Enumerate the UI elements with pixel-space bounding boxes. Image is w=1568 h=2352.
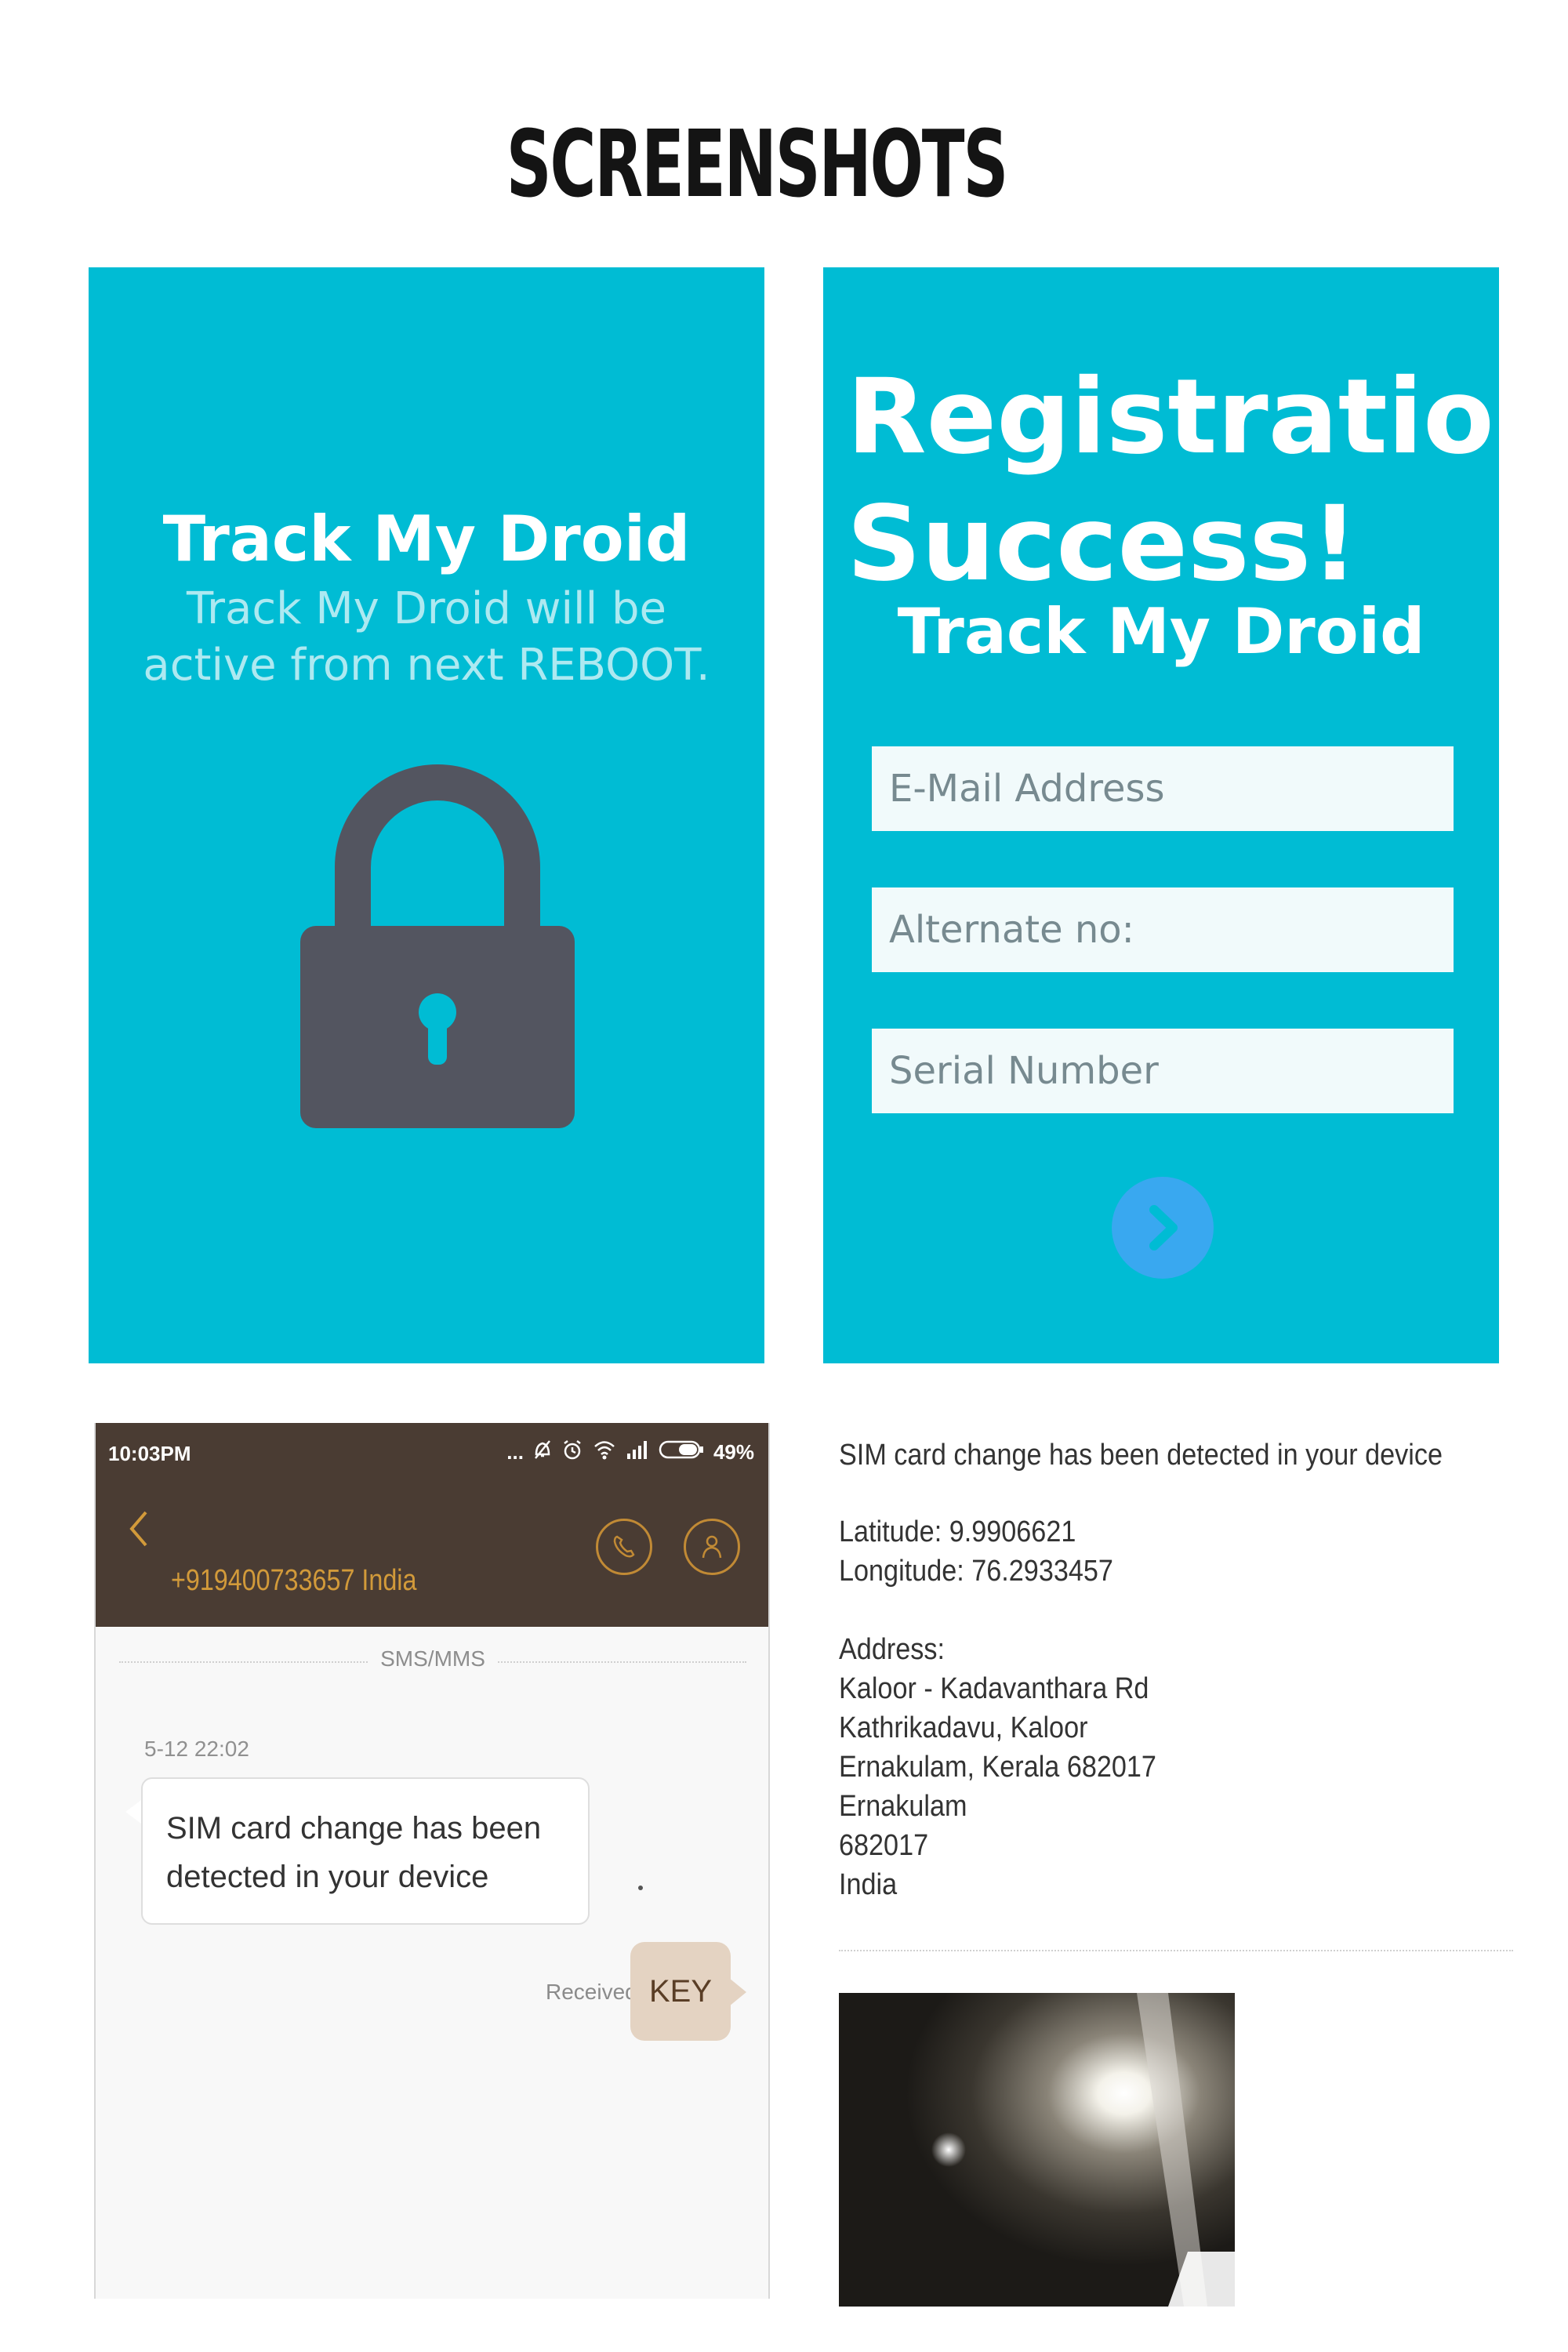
- serial-number-field[interactable]: [872, 1029, 1454, 1113]
- back-icon[interactable]: [127, 1509, 151, 1559]
- address-line: 682017: [839, 1829, 929, 1862]
- channel-label: SMS/MMS: [119, 1646, 746, 1671]
- person-icon: [702, 1535, 722, 1559]
- address-line: India: [839, 1868, 898, 1901]
- contact-profile-button[interactable]: [684, 1519, 740, 1575]
- active-message: Track My Droid will be active from next …: [143, 583, 710, 691]
- more-dots: ...: [506, 1440, 524, 1464]
- outgoing-message-bubble[interactable]: KEY: [630, 1942, 731, 2041]
- headline-line-1: Registration: [847, 357, 1499, 477]
- alarm-icon: [561, 1439, 583, 1466]
- page-title: SCREENSHOTS: [506, 110, 1009, 218]
- dot-mark: [638, 1886, 643, 1890]
- active-screen-panel: Track My Droid Track My Droid will be ac…: [89, 267, 764, 1363]
- email-field[interactable]: [872, 746, 1454, 831]
- sms-header: 10:03PM ... 49% +919400733657 India: [96, 1423, 768, 1627]
- email-notification-panel: SIM card change has been detected in you…: [839, 1423, 1521, 2309]
- headline-line-2: Success!: [847, 484, 1359, 604]
- next-button[interactable]: [1112, 1177, 1214, 1279]
- app-title: Track My Droid: [162, 503, 691, 575]
- sms-screen-panel: 10:03PM ... 49% +919400733657 India SMS/…: [94, 1423, 770, 2299]
- battery-level: 49%: [713, 1440, 754, 1464]
- incoming-message-line-2: detected in your device: [166, 1860, 489, 1894]
- incoming-message-bubble[interactable]: SIM card change has been detected in you…: [141, 1777, 590, 1925]
- incoming-message-line-1: SIM card change has been: [166, 1811, 542, 1846]
- contact-number: +919400733657 India: [171, 1564, 417, 1597]
- signal-icon: [626, 1439, 649, 1465]
- registration-panel: Registration Success! Track My Droid: [823, 267, 1499, 1363]
- address-line: Ernakulam, Kerala 682017: [839, 1751, 1156, 1784]
- registration-headline: Registration Success!: [847, 354, 1499, 608]
- mute-icon: [533, 1439, 552, 1466]
- outgoing-bubble-tail: [729, 1978, 746, 2006]
- chevron-right-icon: [1149, 1205, 1178, 1250]
- received-label: Received: [546, 1980, 637, 2004]
- captured-photo[interactable]: [839, 1993, 1235, 2307]
- address-line: Kaloor - Kadavanthara Rd: [839, 1672, 1149, 1705]
- address-line: Kathrikadavu, Kaloor: [839, 1711, 1088, 1744]
- wifi-icon: [593, 1439, 616, 1465]
- latitude-text: Latitude: 9.9906621: [839, 1515, 1076, 1548]
- registration-app-name: Track My Droid: [897, 595, 1425, 668]
- alternate-number-field[interactable]: [872, 887, 1454, 972]
- email-divider: [839, 1950, 1513, 1951]
- email-heading: SIM card change has been detected in you…: [839, 1439, 1443, 1472]
- longitude-text: Longitude: 76.2933457: [839, 1555, 1113, 1588]
- channel-text: SMS/MMS: [369, 1646, 496, 1671]
- call-button[interactable]: [596, 1519, 652, 1575]
- lock-icon: [289, 750, 586, 1145]
- address-line: Ernakulam: [839, 1790, 967, 1823]
- message-timestamp: 5-12 22:02: [144, 1737, 249, 1761]
- address-label: Address:: [839, 1633, 945, 1666]
- battery-icon: [659, 1439, 704, 1465]
- phone-icon: [613, 1535, 635, 1558]
- status-bar-icons: ... 49%: [506, 1439, 754, 1466]
- status-time: 10:03PM: [108, 1442, 191, 1465]
